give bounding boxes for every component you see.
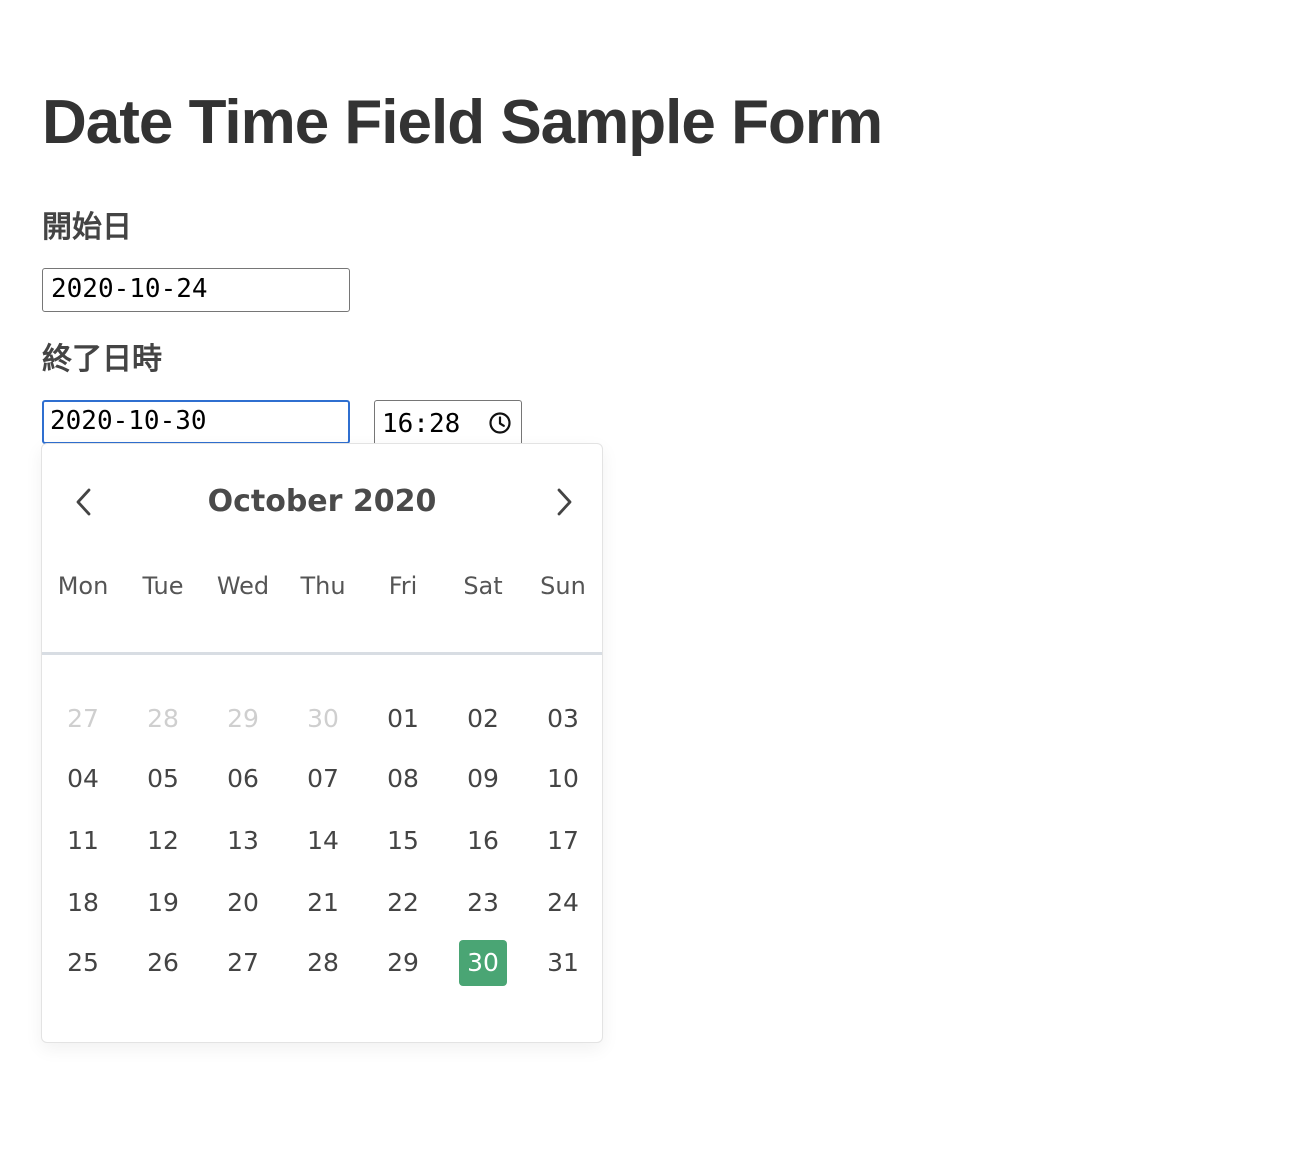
- calendar-day[interactable]: 29: [379, 940, 427, 986]
- weekday-thu: Thu: [300, 572, 346, 600]
- weekday-header: Mon Tue Wed Thu Fri Sat Sun: [42, 566, 602, 606]
- calendar-day[interactable]: 22: [379, 880, 427, 926]
- calendar-day[interactable]: 18: [59, 880, 107, 926]
- calendar-day[interactable]: 03: [539, 696, 587, 742]
- calendar-day[interactable]: 21: [299, 880, 347, 926]
- calendar-day[interactable]: 16: [459, 818, 507, 864]
- page-title: Date Time Field Sample Form: [42, 88, 883, 157]
- calendar-day[interactable]: 14: [299, 818, 347, 864]
- calendar-day[interactable]: 08: [379, 756, 427, 802]
- weekday-fri: Fri: [388, 572, 418, 600]
- calendar-day[interactable]: 09: [459, 756, 507, 802]
- calendar-day[interactable]: 29: [219, 696, 267, 742]
- end-time-value: 16:28: [382, 409, 461, 439]
- calendar-day[interactable]: 01: [379, 696, 427, 742]
- calendar-day[interactable]: 15: [379, 818, 427, 864]
- date-picker-popup: October 2020 Mon Tue Wed Thu Fri Sat Sun 27 28 2…: [41, 443, 603, 1043]
- calendar-month-label: October 2020: [207, 484, 437, 519]
- calendar-day[interactable]: 28: [139, 696, 187, 742]
- weekday-wed: Wed: [216, 572, 270, 600]
- calendar-day[interactable]: 24: [539, 880, 587, 926]
- end-datetime-label: 終了日時: [42, 342, 162, 377]
- calendar-day[interactable]: 27: [219, 940, 267, 986]
- calendar-divider: [42, 652, 602, 655]
- calendar-day[interactable]: 11: [59, 818, 107, 864]
- calendar-day[interactable]: 04: [59, 756, 107, 802]
- chevron-right-icon[interactable]: [546, 484, 582, 520]
- start-date-label: 開始日: [42, 210, 132, 245]
- calendar-day[interactable]: 10: [539, 756, 587, 802]
- end-date-input[interactable]: 2020-10-30: [42, 400, 350, 444]
- calendar-day[interactable]: 05: [139, 756, 187, 802]
- calendar-day[interactable]: 23: [459, 880, 507, 926]
- calendar-day[interactable]: 26: [139, 940, 187, 986]
- calendar-day[interactable]: 31: [539, 940, 587, 986]
- calendar-day[interactable]: 17: [539, 818, 587, 864]
- end-time-input[interactable]: 16:28: [374, 400, 522, 446]
- weekday-sat: Sat: [463, 572, 503, 600]
- calendar-day[interactable]: 30: [299, 696, 347, 742]
- start-date-input[interactable]: 2020-10-24: [42, 268, 350, 312]
- calendar-day[interactable]: 06: [219, 756, 267, 802]
- weekday-sun: Sun: [540, 572, 586, 600]
- calendar-day[interactable]: 19: [139, 880, 187, 926]
- calendar-day[interactable]: 28: [299, 940, 347, 986]
- weekday-tue: Tue: [142, 572, 184, 600]
- calendar-day[interactable]: 12: [139, 818, 187, 864]
- weekday-mon: Mon: [57, 572, 109, 600]
- calendar-day[interactable]: 13: [219, 818, 267, 864]
- calendar-day[interactable]: 07: [299, 756, 347, 802]
- clock-icon[interactable]: [488, 411, 512, 435]
- calendar-day[interactable]: 02: [459, 696, 507, 742]
- calendar-day[interactable]: 25: [59, 940, 107, 986]
- calendar-day[interactable]: 20: [219, 880, 267, 926]
- calendar-day[interactable]: 27: [59, 696, 107, 742]
- calendar-day-selected[interactable]: 30: [459, 940, 507, 986]
